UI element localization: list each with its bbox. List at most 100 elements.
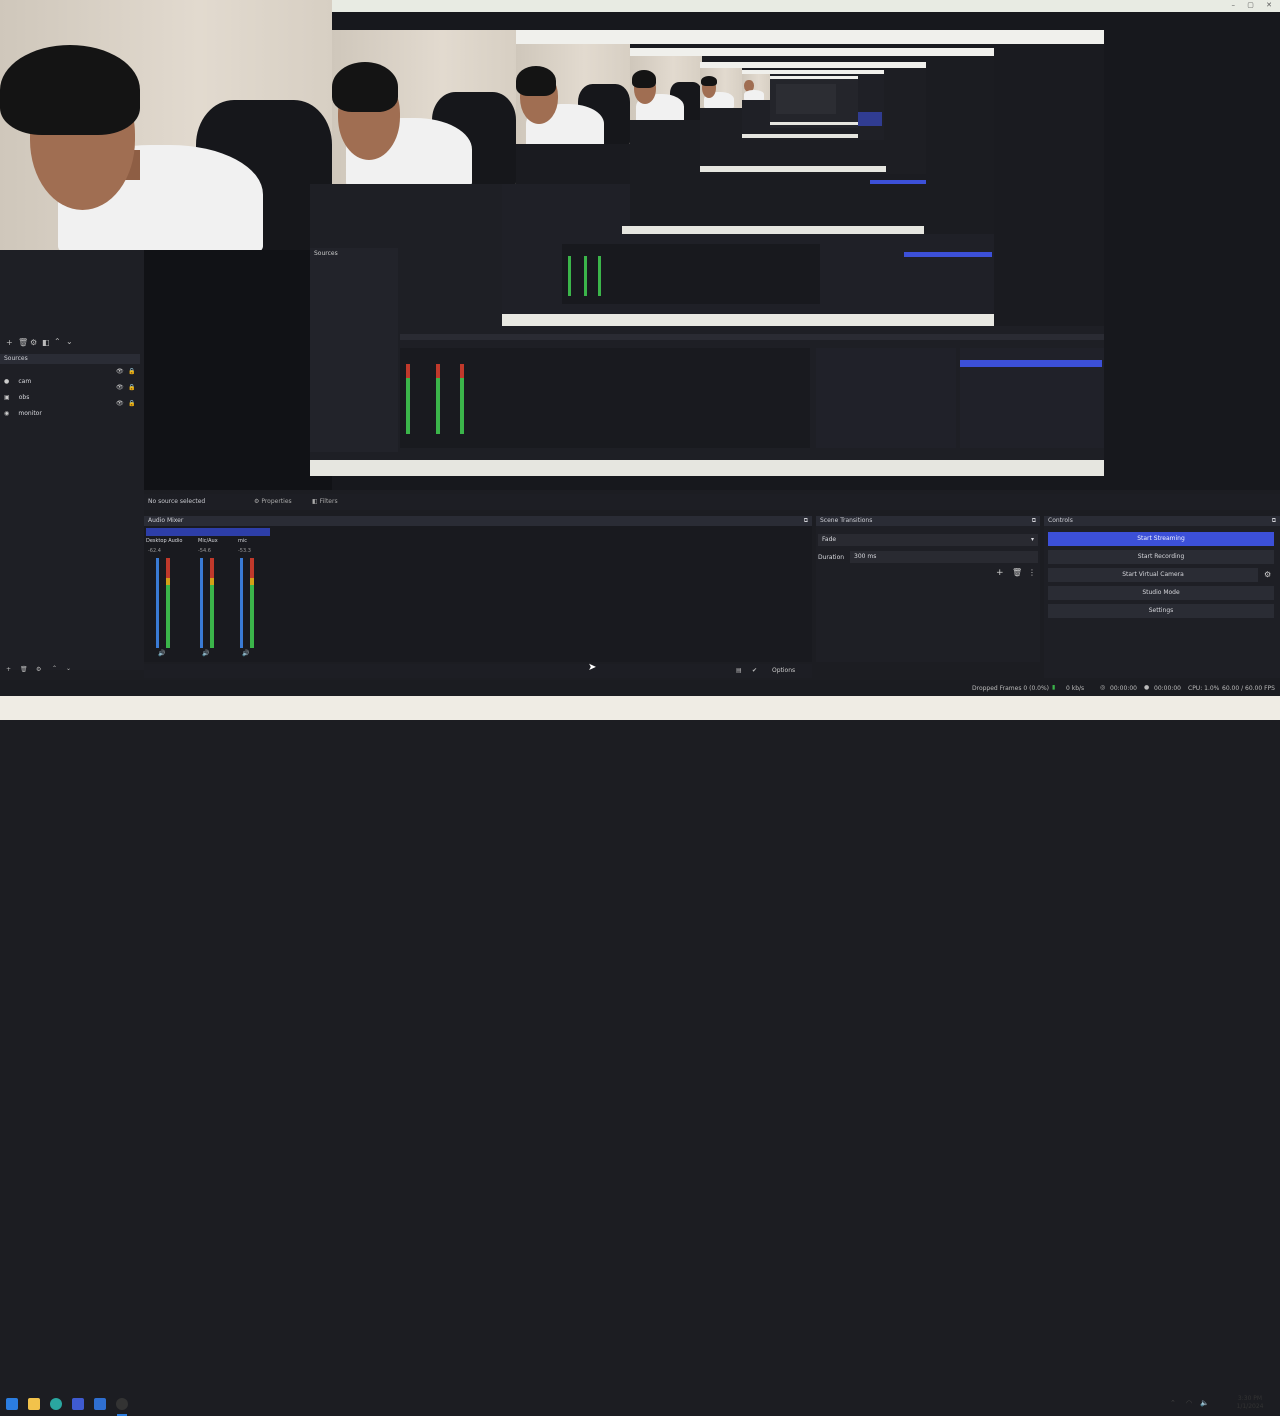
volume-meter: [210, 558, 214, 648]
channel-name: mic: [238, 538, 248, 544]
trash-icon[interactable]: 🗑: [1012, 568, 1022, 577]
duration-label: Duration: [818, 554, 845, 561]
nested-tunnel-core: [770, 76, 858, 128]
nested-webcam-6: [742, 74, 770, 100]
channel-db: -54.6: [198, 548, 211, 554]
taskbar: ⌃ ◠ 🔈 3:30 PM 1/1/2024: [0, 696, 1280, 1416]
audio-mixer-header: Audio Mixer ⧉: [144, 516, 812, 526]
check-icon[interactable]: ✔: [752, 667, 757, 674]
dropped-frames: Dropped Frames 0 (0.0%): [972, 685, 1050, 692]
add-icon[interactable]: +: [996, 568, 1004, 578]
trash-icon[interactable]: 🗑: [18, 338, 28, 347]
scene-transitions-header: Scene Transitions ⧉: [816, 516, 1040, 526]
controls-title: Controls: [1048, 517, 1073, 524]
close-icon: ✕: [1266, 1, 1272, 9]
visibility-eye-icon[interactable]: 👁: [116, 400, 124, 407]
nested-webcam-5: [700, 68, 742, 108]
rec-time: 00:00:00: [1154, 685, 1181, 692]
source-item-obs[interactable]: ▣ obs 👁 🔒: [4, 384, 136, 401]
clock-time: 3:30 PM: [1237, 1395, 1263, 1402]
nested-webcam-3: [516, 44, 630, 144]
dock-float-icon[interactable]: ⧉: [1272, 516, 1276, 526]
clock-date: 1/1/2024: [1236, 1403, 1264, 1410]
down-arrow-icon[interactable]: ⌄: [66, 337, 73, 346]
settings-button[interactable]: Settings: [1048, 604, 1274, 618]
preview-canvas-left: [0, 250, 144, 670]
dock-float-icon[interactable]: ⧉: [1032, 516, 1036, 526]
audio-mixer-title: Audio Mixer: [148, 517, 184, 524]
wifi-icon: ◠: [1186, 1399, 1193, 1407]
channel-db: -62.4: [148, 548, 161, 554]
speaker-icon[interactable]: 🔊: [202, 650, 209, 657]
volume-slider[interactable]: [200, 558, 203, 648]
scenes-toolbar: + 🗑 ⚙ ⌃ ⌄: [0, 664, 140, 678]
volume-slider[interactable]: [156, 558, 159, 648]
start-virtual-camera-button[interactable]: Start Virtual Camera: [1048, 568, 1258, 582]
channel-name: Mic/Aux: [198, 538, 218, 544]
nested-webcam-4: [630, 56, 702, 120]
studio-mode-button[interactable]: Studio Mode: [1048, 586, 1274, 600]
controls-panel: [1044, 526, 1280, 678]
mixer-footer: ▤ ✔ Options: [144, 664, 812, 678]
duration-field[interactable]: 300 ms: [850, 551, 1038, 563]
chevron-down-icon: ▾: [1030, 536, 1034, 543]
audio-settings-icon[interactable]: ▤: [736, 667, 742, 674]
gear-icon[interactable]: ⚙: [30, 338, 37, 347]
webcam-feed: [0, 0, 332, 250]
virtual-camera-settings-gear-icon[interactable]: ⚙: [1264, 570, 1271, 579]
clock[interactable]: 3:30 PM 1/1/2024: [1226, 1395, 1274, 1411]
edge-browser-icon[interactable]: [50, 1398, 62, 1410]
mail-icon[interactable]: [94, 1398, 106, 1410]
options-button[interactable]: Options: [772, 667, 795, 674]
mouse-cursor-icon: ➤: [588, 662, 597, 673]
add-icon[interactable]: +: [6, 666, 11, 673]
status-bar: Dropped Frames 0 (0.0%) ▮ 0 kb/s ◎ 00:00…: [0, 680, 1280, 696]
nested-window-controls: – ▢ ✕: [1232, 1, 1272, 9]
volume-slider[interactable]: [240, 558, 243, 648]
file-explorer-icon[interactable]: [28, 1398, 40, 1410]
start-recording-button[interactable]: Start Recording: [1048, 550, 1274, 564]
start-streaming-button[interactable]: Start Streaming: [1048, 532, 1274, 546]
signal-icon: ▮: [1052, 684, 1056, 691]
tray-chevron-icon[interactable]: ⌃: [1170, 1399, 1176, 1407]
gear-icon: ⚙: [254, 498, 260, 505]
more-icon[interactable]: ⋮: [1028, 568, 1036, 577]
visibility-eye-icon[interactable]: 👁: [116, 384, 124, 391]
up-arrow-icon[interactable]: ⌃: [52, 665, 57, 672]
lock-icon[interactable]: 🔒: [128, 368, 135, 375]
nested-webcam-2: [332, 30, 516, 184]
channel-name: Desktop Audio: [146, 538, 183, 544]
add-icon[interactable]: +: [6, 338, 13, 347]
windows-start-icon[interactable]: [6, 1398, 18, 1410]
speaker-icon[interactable]: 🔊: [158, 650, 165, 657]
up-arrow-icon[interactable]: ⌃: [54, 337, 61, 346]
tab-filters[interactable]: ◧ Filters: [312, 498, 338, 505]
scene-transitions-panel: [816, 526, 1040, 662]
gear-icon[interactable]: ⚙: [36, 666, 41, 673]
lock-icon[interactable]: 🔒: [128, 384, 135, 391]
trash-icon[interactable]: 🗑: [20, 666, 28, 673]
tab-properties[interactable]: ⚙ Properties: [254, 498, 292, 505]
obs-app-icon[interactable]: [116, 1398, 128, 1410]
source-item-cam[interactable]: ● cam 👁 🔒: [4, 368, 136, 385]
sources-list: ● cam 👁 🔒 ▣ obs 👁 🔒 ◉ monitor 👁 🔒: [0, 366, 140, 426]
source-item-monitor[interactable]: ◉ monitor 👁 🔒: [4, 400, 136, 417]
store-icon[interactable]: [72, 1398, 84, 1410]
stream-icon: ◎: [1100, 684, 1106, 691]
stream-time: 00:00:00: [1110, 685, 1137, 692]
dock-float-icon[interactable]: ⧉: [804, 516, 808, 526]
cpu-usage: CPU: 1.0%: [1188, 685, 1220, 692]
minimize-icon: –: [1231, 1, 1236, 9]
speaker-icon[interactable]: 🔊: [242, 650, 249, 657]
mixer-channel-mic: mic -53.3 🔊: [234, 528, 274, 660]
transition-select[interactable]: Fade ▾: [818, 534, 1038, 546]
down-arrow-icon[interactable]: ⌄: [66, 665, 71, 672]
lock-icon[interactable]: 🔒: [128, 400, 135, 407]
mixer-channel-desktop-audio: Desktop Audio -62.4 🔊: [146, 528, 186, 660]
filter-icon[interactable]: ◧: [42, 338, 50, 347]
bitrate: 0 kb/s: [1066, 685, 1085, 692]
visibility-eye-icon[interactable]: 👁: [116, 368, 124, 375]
maximize-icon: ▢: [1247, 1, 1254, 9]
volume-meter: [250, 558, 254, 648]
volume-icon: 🔈: [1200, 1399, 1209, 1407]
